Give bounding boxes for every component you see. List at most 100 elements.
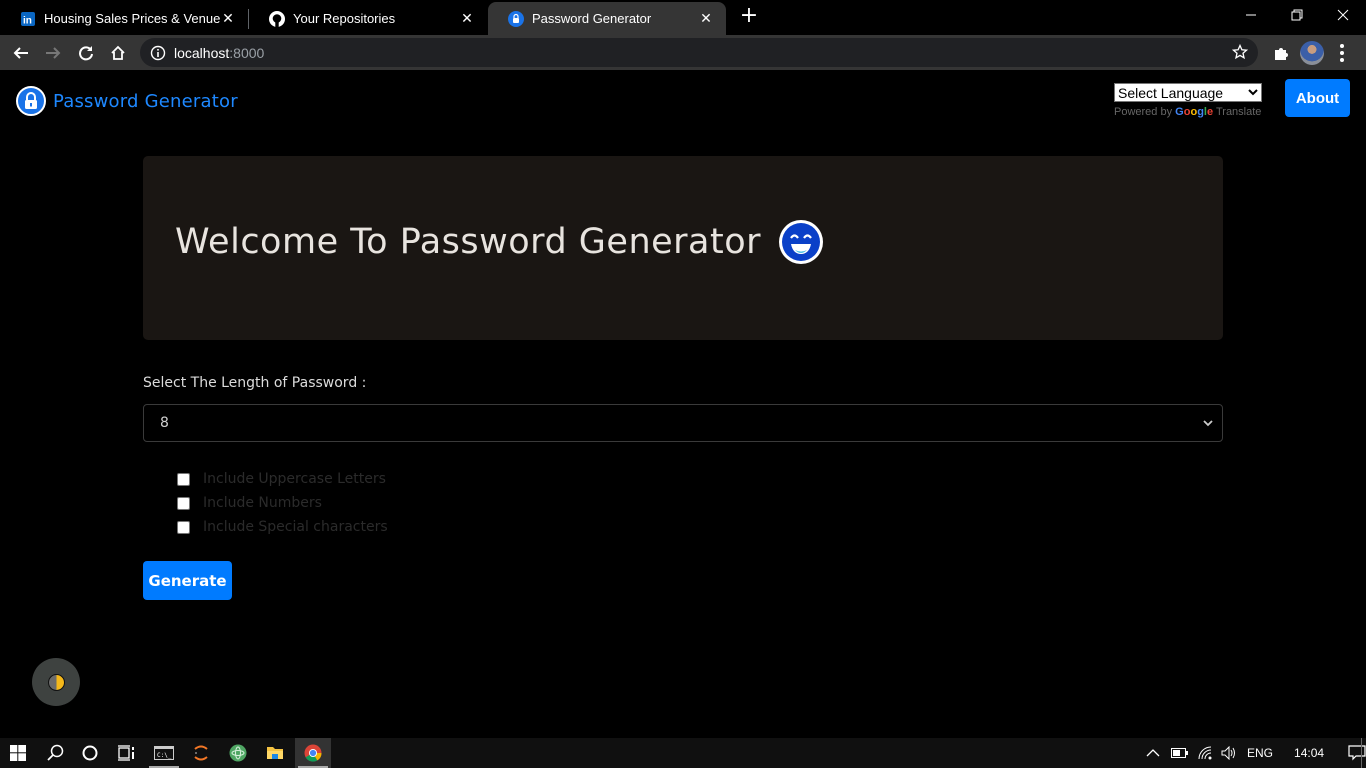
volume-icon[interactable] [1221,746,1237,760]
chevron-down-icon [1203,420,1213,427]
option-numbers[interactable]: Include Numbers [177,495,322,511]
svg-text:in: in [23,15,32,26]
close-icon[interactable]: ✕ [459,10,475,27]
taskbar-app[interactable] [220,738,256,768]
info-icon[interactable] [150,45,166,61]
browser-toolbar: localhost:8000 [0,35,1366,70]
language-select-value: Select Language [1118,84,1224,101]
jupyter-icon [194,745,208,761]
option-uppercase[interactable]: Include Uppercase Letters [177,471,386,487]
grinning-face-icon [779,220,824,264]
bookmark-star-icon[interactable] [1232,44,1248,60]
lock-icon [508,10,524,27]
google-letter: e [1206,106,1214,118]
browser-tab-strip: in Housing Sales Prices & Venues D ✕ You… [0,0,1366,35]
reload-icon [79,46,93,61]
translate-link[interactable]: Translate [1216,106,1261,118]
chrome-menu-button[interactable] [1334,39,1350,67]
profile-avatar[interactable] [1300,41,1324,65]
close-icon[interactable]: ✕ [698,10,714,27]
brand-name: Password Generator [53,90,238,112]
dark-mode-toggle[interactable] [32,658,80,706]
cortana-icon [82,745,98,761]
taskbar-chrome[interactable] [295,738,331,768]
input-language[interactable]: ENG [1247,746,1273,760]
length-label: Select The Length of Password : [143,375,367,391]
close-window-button[interactable] [1320,0,1366,30]
system-tray: ENG 14:04 [1146,738,1366,768]
generate-button[interactable]: Generate [143,561,232,600]
folder-icon [267,747,283,759]
svg-text:C:\_: C:\_ [157,752,172,759]
numbers-checkbox[interactable] [177,496,190,510]
search-button[interactable] [37,738,73,768]
chevron-down-icon [1248,89,1258,96]
uppercase-label[interactable]: Include Uppercase Letters [203,471,386,487]
password-length-select[interactable]: 8 [143,404,1223,442]
close-icon [1337,9,1349,21]
tab-password-generator[interactable]: Password Generator ✕ [488,2,726,35]
notifications-icon[interactable] [1348,745,1366,761]
google-logo[interactable]: Google [1175,106,1213,118]
home-icon [111,45,125,60]
minimize-icon [1246,14,1256,16]
cortana-button[interactable] [72,738,108,768]
windows-logo-icon [10,745,26,761]
show-desktop-button[interactable] [1361,738,1362,768]
extensions-button[interactable] [1268,39,1294,67]
uppercase-checkbox[interactable] [177,472,190,486]
github-icon [269,10,285,27]
language-select[interactable]: Select Language [1114,83,1262,102]
battery-icon[interactable] [1171,748,1189,758]
restore-icon [1291,9,1303,21]
back-button[interactable] [7,39,35,67]
hero-banner: Welcome To Password Generator [143,156,1223,340]
google-letter: G [1175,106,1184,118]
task-view-icon [118,745,134,761]
numbers-label[interactable]: Include Numbers [203,495,322,511]
terminal-icon: C:\_ [154,746,174,760]
wifi-icon[interactable] [1198,746,1214,760]
minimize-button[interactable] [1228,0,1274,30]
google-letter: g [1197,106,1204,118]
close-icon[interactable]: ✕ [220,10,236,27]
tab-title: Your Repositories [293,11,396,26]
tab-title: Housing Sales Prices & Venues D [44,11,220,26]
arrow-right-icon [46,47,61,59]
taskbar-terminal[interactable]: C:\_ [146,738,182,768]
password-length-value: 8 [160,415,169,431]
task-view-button[interactable] [108,738,144,768]
option-special[interactable]: Include Special characters [177,519,388,535]
tab-title: Password Generator [532,11,652,26]
chevron-up-icon[interactable] [1146,748,1160,758]
page-content: Password Generator Select Language Power… [0,70,1366,738]
powered-by-text: Powered by [1114,106,1173,118]
powered-by-google-translate: Powered by Google Translate [1114,106,1266,118]
taskbar-jupyter[interactable] [183,738,219,768]
reload-button[interactable] [72,39,100,67]
lock-icon [16,86,46,116]
hero-title: Welcome To Password Generator [175,222,762,262]
about-button[interactable]: About [1285,79,1350,117]
tab-linkedin[interactable]: in Housing Sales Prices & Venues D ✕ [0,2,248,35]
chrome-icon [304,744,322,762]
url-host: localhost [174,44,230,61]
address-bar[interactable]: localhost:8000 [140,38,1258,67]
hero-title-row: Welcome To Password Generator [175,220,824,264]
moon-phase-icon [47,673,65,691]
search-icon [47,744,64,761]
puzzle-icon [1275,48,1288,60]
tab-github[interactable]: Your Repositories ✕ [249,2,487,35]
windows-taskbar: C:\_ ENG 14:04 [0,738,1366,768]
home-button[interactable] [104,39,132,67]
taskbar-file-explorer[interactable] [257,738,293,768]
clock[interactable]: 14:04 [1294,746,1324,760]
start-button[interactable] [0,738,36,768]
special-label[interactable]: Include Special characters [203,519,388,535]
url-port: :8000 [229,44,265,61]
forward-button[interactable] [39,39,67,67]
restore-button[interactable] [1274,0,1320,30]
special-checkbox[interactable] [177,520,190,534]
new-tab-button[interactable]: + [738,5,760,28]
navbar-brand[interactable]: Password Generator [16,86,238,116]
